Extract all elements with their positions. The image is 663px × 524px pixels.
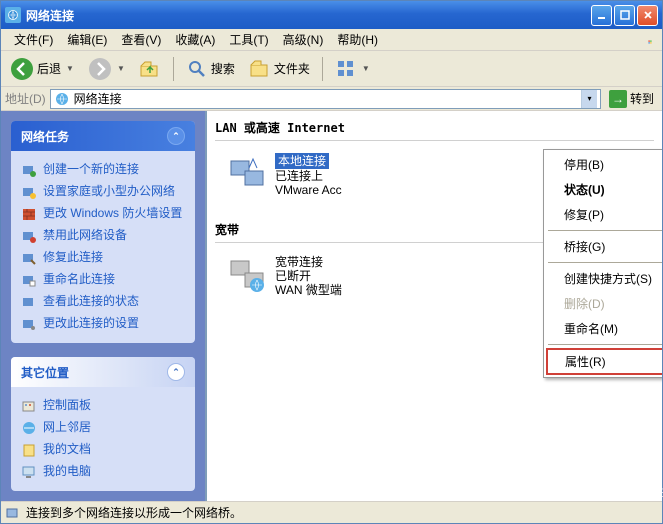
connection-status: 已断开 [275, 269, 342, 283]
network-icon [54, 91, 70, 107]
sidebar-item-firewall[interactable]: 更改 Windows 防火墙设置 [21, 203, 185, 225]
connection-device: WAN 微型端 [275, 283, 342, 297]
ctx-properties[interactable]: 属性(R) [546, 348, 662, 375]
ctx-rename[interactable]: 重命名(M) [546, 316, 662, 341]
menu-separator [548, 262, 662, 263]
search-button[interactable]: 搜索 [181, 54, 240, 84]
go-arrow-icon: → [609, 90, 627, 108]
view-button[interactable]: ▼ [330, 54, 375, 84]
sidebar-item-my-computer[interactable]: 我的电脑 [21, 461, 185, 483]
dropdown-arrow-icon[interactable]: ▼ [117, 64, 125, 73]
ctx-disable[interactable]: 停用(B) [546, 152, 662, 177]
menu-separator [548, 344, 662, 345]
network-tasks-panel: 网络任务 ⌃ 创建一个新的连接 设置家庭或小型办公网络 更改 Windows 防… [11, 121, 195, 343]
menu-help[interactable]: 帮助(H) [330, 29, 385, 50]
menu-separator [548, 230, 662, 231]
panel-header[interactable]: 网络任务 ⌃ [11, 121, 195, 151]
maximize-button[interactable] [614, 5, 635, 26]
window-icon [5, 7, 21, 23]
status-text: 连接到多个网络连接以形成一个网络桥。 [26, 504, 242, 521]
sidebar-item-settings[interactable]: 更改此连接的设置 [21, 313, 185, 335]
ctx-repair[interactable]: 修复(P) [546, 202, 662, 227]
content-area: LAN 或高速 Internet 本地连接 已连接上 VMware Acc 宽带… [205, 111, 662, 501]
context-menu: 停用(B) 状态(U) 修复(P) 桥接(G) 创建快捷方式(S) 删除(D) … [543, 149, 662, 378]
folders-button[interactable]: 文件夹 [244, 54, 315, 84]
panel-header[interactable]: 其它位置 ⌃ [11, 357, 195, 387]
connection-title: 宽带连接 [275, 255, 342, 269]
dropdown-arrow-icon[interactable]: ▼ [362, 64, 370, 73]
ctx-status[interactable]: 状态(U) [546, 177, 662, 202]
ctx-delete: 删除(D) [546, 291, 662, 316]
address-value: 网络连接 [74, 90, 577, 107]
address-bar: 地址(D) 网络连接 ▾ → 转到 [1, 87, 662, 111]
forward-button[interactable]: ▼ [83, 53, 130, 85]
sidebar-item-rename[interactable]: 重命名此连接 [21, 269, 185, 291]
address-input[interactable]: 网络连接 ▾ [50, 89, 601, 109]
sidebar-item-network-places[interactable]: 网上邻居 [21, 417, 185, 439]
dropdown-arrow-icon[interactable]: ▼ [66, 64, 74, 73]
broadband-icon [227, 255, 267, 295]
sidebar-item-setup-network[interactable]: 设置家庭或小型办公网络 [21, 181, 185, 203]
minimize-button[interactable] [591, 5, 612, 26]
other-places-panel: 其它位置 ⌃ 控制面板 网上邻居 我的文档 我的电脑 [11, 357, 195, 491]
connection-status: 已连接上 [275, 169, 342, 183]
toolbar: 后退 ▼ ▼ 搜索 文件夹 ▼ [1, 51, 662, 87]
close-button[interactable] [637, 5, 658, 26]
network-adapter-icon [227, 153, 267, 193]
address-dropdown-icon[interactable]: ▾ [581, 90, 597, 108]
go-button[interactable]: → 转到 [605, 88, 658, 110]
status-bar: 连接到多个网络连接以形成一个网络桥。 [1, 501, 662, 523]
menu-tools[interactable]: 工具(T) [222, 29, 275, 50]
menu-advanced[interactable]: 高级(N) [276, 29, 331, 50]
sidebar-item-repair[interactable]: 修复此连接 [21, 247, 185, 269]
sidebar-item-disable[interactable]: 禁用此网络设备 [21, 225, 185, 247]
title-bar: 网络连接 [1, 1, 662, 29]
connection-title: 本地连接 [275, 153, 329, 169]
menu-view[interactable]: 查看(V) [114, 29, 168, 50]
menu-file[interactable]: 文件(F) [7, 29, 60, 50]
back-button[interactable]: 后退 ▼ [5, 53, 79, 85]
collapse-icon[interactable]: ⌃ [167, 363, 185, 381]
connection-device: VMware Acc [275, 183, 342, 197]
sidebar-item-status[interactable]: 查看此连接的状态 [21, 291, 185, 313]
ctx-shortcut[interactable]: 创建快捷方式(S) [546, 266, 662, 291]
collapse-icon[interactable]: ⌃ [167, 127, 185, 145]
menu-edit[interactable]: 编辑(E) [60, 29, 114, 50]
ctx-bridge[interactable]: 桥接(G) [546, 234, 662, 259]
menu-bar: 文件(F) 编辑(E) 查看(V) 收藏(A) 工具(T) 高级(N) 帮助(H… [1, 29, 662, 51]
network-status-icon [5, 505, 21, 521]
window-title: 网络连接 [26, 7, 591, 24]
sidebar-item-control-panel[interactable]: 控制面板 [21, 395, 185, 417]
section-header-lan: LAN 或高速 Internet [215, 115, 654, 141]
sidebar-item-new-connection[interactable]: 创建一个新的连接 [21, 159, 185, 181]
menu-favorites[interactable]: 收藏(A) [168, 29, 222, 50]
up-button[interactable] [134, 54, 166, 84]
sidebar-item-my-documents[interactable]: 我的文档 [21, 439, 185, 461]
task-pane: 网络任务 ⌃ 创建一个新的连接 设置家庭或小型办公网络 更改 Windows 防… [1, 111, 205, 501]
address-label: 地址(D) [5, 90, 46, 107]
windows-flag-icon [641, 31, 659, 49]
